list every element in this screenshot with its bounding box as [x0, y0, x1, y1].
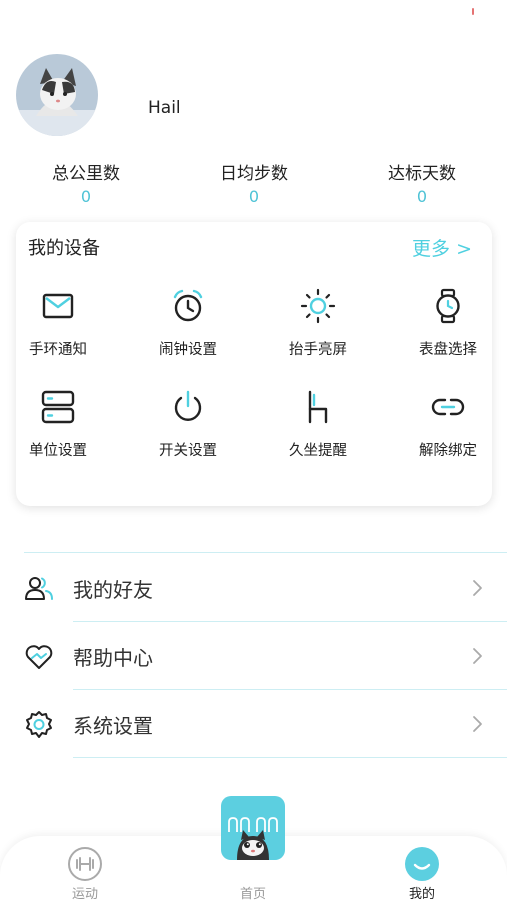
chevron-right-icon — [473, 716, 482, 732]
divider — [24, 552, 507, 553]
tab-label: 我的 — [408, 887, 435, 900]
device-item-alarm[interactable]: 闹钟设置 — [128, 288, 248, 378]
device-item-switch[interactable]: 开关设置 — [128, 389, 248, 479]
device-item-notification[interactable]: 手环通知 — [0, 288, 118, 378]
sun-icon — [300, 288, 336, 324]
home-cat-icon — [228, 817, 278, 860]
divider — [73, 757, 507, 758]
device-item-label: 闹钟设置 — [159, 342, 217, 358]
stat-total-km: 总公里数 0 — [26, 162, 146, 208]
tab-label: 首页 — [239, 887, 266, 900]
unlink-icon — [431, 398, 465, 416]
menu-item-friends[interactable]: 我的好友 — [0, 558, 507, 618]
tab-label: 运动 — [71, 887, 98, 900]
device-item-label: 手环通知 — [29, 342, 87, 358]
divider — [73, 621, 507, 622]
device-item-watchface[interactable]: 表盘选择 — [388, 288, 507, 378]
device-item-label: 久坐提醒 — [289, 443, 347, 459]
menu-item-settings[interactable]: 系统设置 — [0, 694, 507, 754]
stat-daily-steps: 日均步数 0 — [194, 162, 314, 208]
tab-mine[interactable]: 我的 — [372, 836, 472, 900]
menu-item-label: 帮助中心 — [73, 646, 153, 670]
device-item-label: 解除绑定 — [419, 443, 477, 459]
menu-item-label: 我的好友 — [73, 578, 153, 602]
home-cat-button[interactable] — [221, 796, 285, 860]
menu-item-label: 系统设置 — [73, 714, 153, 738]
device-item-label: 表盘选择 — [419, 342, 477, 358]
status-indicator — [472, 8, 474, 15]
device-item-label: 单位设置 — [29, 443, 87, 459]
stat-value: 0 — [416, 187, 428, 206]
dumbbell-icon — [68, 847, 102, 881]
device-item-units[interactable]: 单位设置 — [0, 389, 118, 479]
device-item-label: 抬手亮屏 — [289, 342, 347, 358]
device-item-unbind[interactable]: 解除绑定 — [388, 389, 507, 479]
menu-item-help[interactable]: 帮助中心 — [0, 626, 507, 686]
card-title: 我的设备 — [28, 238, 100, 259]
tab-sport[interactable]: 运动 — [35, 836, 135, 900]
device-item-label: 开关设置 — [159, 443, 217, 459]
stat-label: 达标天数 — [388, 164, 456, 184]
friends-icon — [25, 577, 53, 600]
stat-value: 0 — [248, 187, 260, 206]
device-item-sedentary[interactable]: 久坐提醒 — [258, 389, 378, 479]
chevron-right-icon — [473, 648, 482, 664]
alarm-clock-icon — [173, 289, 203, 322]
gear-icon — [26, 711, 52, 738]
username: Hail — [148, 98, 181, 118]
more-link[interactable]: 更多 > — [412, 234, 472, 261]
stat-value: 0 — [80, 187, 92, 206]
heart-hands-icon — [25, 645, 53, 669]
chair-icon — [308, 390, 328, 424]
chevron-right-icon — [473, 580, 482, 596]
stat-goal-days: 达标天数 0 — [362, 162, 482, 208]
divider — [73, 689, 507, 690]
stat-label: 日均步数 — [220, 164, 288, 184]
smile-icon — [405, 847, 439, 881]
power-icon — [174, 390, 202, 421]
server-icon — [41, 390, 75, 424]
my-device-card: 我的设备 更多 > 手环通知 闹钟设置 抬手亮屏 表盘选择 单位设置 开关设置 … — [16, 222, 492, 506]
watch-icon — [436, 288, 460, 324]
envelope-icon — [42, 293, 74, 319]
avatar[interactable] — [16, 54, 98, 136]
device-item-raise-wake[interactable]: 抬手亮屏 — [258, 288, 378, 378]
stats-row: 总公里数 0 日均步数 0 达标天数 0 — [0, 162, 507, 212]
stat-label: 总公里数 — [52, 164, 120, 184]
